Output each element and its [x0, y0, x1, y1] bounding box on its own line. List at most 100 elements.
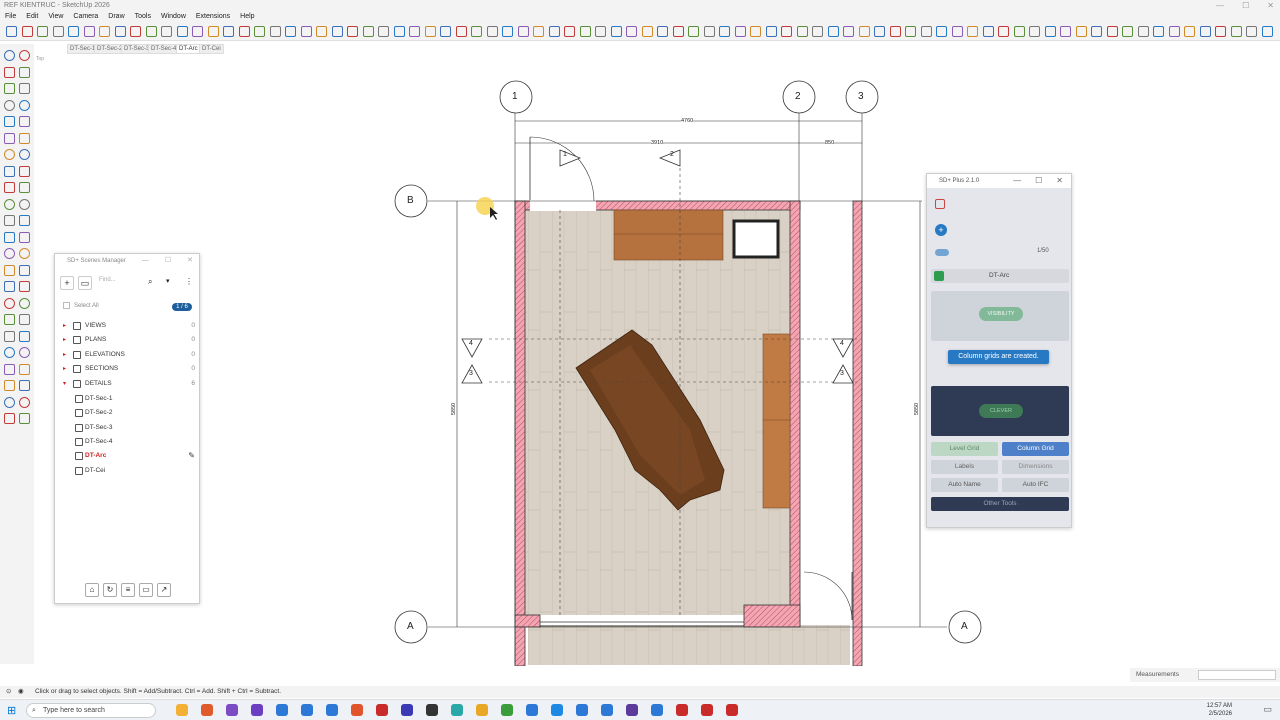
chevron-down-icon[interactable]: ▾ [166, 277, 170, 285]
toolbar-tool-icon[interactable] [270, 26, 281, 37]
toolbar-tool-icon[interactable] [425, 26, 436, 37]
minimize-icon[interactable]: — [142, 254, 149, 268]
menu-tools[interactable]: Tools [130, 11, 156, 23]
toolbar-tool-icon[interactable] [1184, 26, 1195, 37]
drawing-tool-icon[interactable] [4, 397, 15, 408]
toolbar-tool-icon[interactable] [1215, 26, 1226, 37]
close-icon[interactable]: ✕ [1267, 0, 1274, 11]
taskbar-app-icon[interactable] [376, 704, 388, 716]
drawing-tool-icon[interactable] [4, 100, 15, 111]
toolbar-tool-icon[interactable] [735, 26, 746, 37]
select-all-checkbox[interactable]: Select All [63, 302, 99, 309]
tag-icon[interactable]: ⌂ [85, 583, 99, 597]
toolbar-tool-icon[interactable] [1200, 26, 1211, 37]
toolbar-tool-icon[interactable] [487, 26, 498, 37]
drawing-tool-icon[interactable] [19, 232, 30, 243]
drawing-tool-icon[interactable] [4, 166, 15, 177]
toolbar-tool-icon[interactable] [146, 26, 157, 37]
more-menu-icon[interactable]: ⋮ [185, 277, 193, 286]
labels-button[interactable]: Labels [931, 460, 998, 474]
add-folder-button[interactable]: ▭ [78, 276, 92, 290]
scene-item-dt-sec-2[interactable]: DT-Sec-2 [55, 407, 201, 419]
taskbar-app-icon[interactable] [601, 704, 613, 716]
toolbar-tool-icon[interactable] [6, 26, 17, 37]
taskbar-app-icon[interactable] [301, 704, 313, 716]
auto-name-button[interactable]: Auto Name [931, 478, 998, 492]
scale-value[interactable]: 1/50 [1037, 248, 1049, 254]
notification-icon[interactable]: ▭ [1263, 704, 1272, 715]
drawing-tool-icon[interactable] [4, 413, 15, 424]
taskbar-app-icon[interactable] [201, 704, 213, 716]
toolbar-tool-icon[interactable] [983, 26, 994, 37]
drawing-tool-icon[interactable] [19, 397, 30, 408]
toolbar-tool-icon[interactable] [595, 26, 606, 37]
pencil-icon[interactable]: ✎ [188, 450, 195, 462]
group-plans[interactable]: ▸ PLANS 0 [55, 334, 201, 346]
toolbar-tool-icon[interactable] [642, 26, 653, 37]
toolbar-tool-icon[interactable] [1262, 26, 1273, 37]
taskbar-app-icon[interactable] [676, 704, 688, 716]
create-preview[interactable]: CLEVER [931, 386, 1069, 436]
drawing-tool-icon[interactable] [19, 166, 30, 177]
toolbar-tool-icon[interactable] [316, 26, 327, 37]
group-views[interactable]: ▸ VIEWS 0 [55, 320, 201, 332]
taskbar-app-icon[interactable] [176, 704, 188, 716]
measurements-input[interactable] [1198, 670, 1276, 680]
window-icon[interactable]: ▭ [139, 583, 153, 597]
windows-start-icon[interactable]: ⊞ [7, 704, 16, 717]
scene-name-field[interactable]: DT-Arc [931, 269, 1069, 283]
taskbar-app-icon[interactable] [651, 704, 663, 716]
drawing-tool-icon[interactable] [19, 281, 30, 292]
taskbar-app-icon[interactable] [226, 704, 238, 716]
toolbar-tool-icon[interactable] [1231, 26, 1242, 37]
drawing-tool-icon[interactable] [4, 265, 15, 276]
export-icon[interactable]: ↗ [157, 583, 171, 597]
toolbar-tool-icon[interactable] [859, 26, 870, 37]
toolbar-tool-icon[interactable] [518, 26, 529, 37]
toolbar-tool-icon[interactable] [1091, 26, 1102, 37]
menu-help[interactable]: Help [235, 11, 259, 23]
taskbar-app-icon[interactable] [501, 704, 513, 716]
toolbar-tool-icon[interactable] [68, 26, 79, 37]
drawing-tool-icon[interactable] [4, 298, 15, 309]
taskbar-clock[interactable]: 12:57 AM 2/5/2026 [1207, 702, 1232, 718]
close-icon[interactable]: ✕ [1056, 174, 1063, 188]
toolbar-tool-icon[interactable] [874, 26, 885, 37]
maximize-icon[interactable]: ☐ [1242, 0, 1249, 11]
taskbar-search-input[interactable]: ⌕ Type here to search [26, 703, 156, 718]
scene-item-dt-cei[interactable]: DT-Cei [55, 465, 201, 477]
taskbar-app-icon[interactable] [726, 704, 738, 716]
drawing-tool-icon[interactable] [19, 347, 30, 358]
drawing-tool-icon[interactable] [4, 133, 15, 144]
toolbar-tool-icon[interactable] [750, 26, 761, 37]
toolbar-tool-icon[interactable] [533, 26, 544, 37]
toolbar-tool-icon[interactable] [363, 26, 374, 37]
maximize-icon[interactable]: ☐ [1035, 174, 1042, 188]
drawing-tool-icon[interactable] [4, 50, 15, 61]
minimize-icon[interactable]: — [1216, 0, 1224, 11]
toolbar-tool-icon[interactable] [192, 26, 203, 37]
other-tools-button[interactable]: Other Tools [931, 497, 1069, 511]
toolbar-tool-icon[interactable] [1076, 26, 1087, 37]
toolbar-tool-icon[interactable] [456, 26, 467, 37]
toolbar-tool-icon[interactable] [1169, 26, 1180, 37]
toolbar-tool-icon[interactable] [781, 26, 792, 37]
toolbar-tool-icon[interactable] [239, 26, 250, 37]
group-details[interactable]: ▾ DETAILS 6 [55, 378, 201, 390]
drawing-tool-icon[interactable] [19, 331, 30, 342]
toolbar-tool-icon[interactable] [37, 26, 48, 37]
toolbar-tool-icon[interactable] [409, 26, 420, 37]
drawing-tool-icon[interactable] [19, 380, 30, 391]
drawing-canvas[interactable]: Top 1 2 3 B A A 4760 3910 850 5850 5850 … [35, 56, 1280, 666]
toolbar-tool-icon[interactable] [1029, 26, 1040, 37]
menu-file[interactable]: File [0, 11, 21, 23]
taskbar-app-icon[interactable] [351, 704, 363, 716]
drawing-tool-icon[interactable] [4, 331, 15, 342]
drawing-tool-icon[interactable] [19, 116, 30, 127]
visibility-preview[interactable]: VISIBILITY [931, 291, 1069, 341]
user-icon[interactable]: ◉ [18, 686, 24, 698]
drawing-tool-icon[interactable] [4, 149, 15, 160]
toolbar-tool-icon[interactable] [1060, 26, 1071, 37]
search-icon[interactable]: ⌕ [148, 277, 152, 287]
menu-view[interactable]: View [43, 11, 68, 23]
